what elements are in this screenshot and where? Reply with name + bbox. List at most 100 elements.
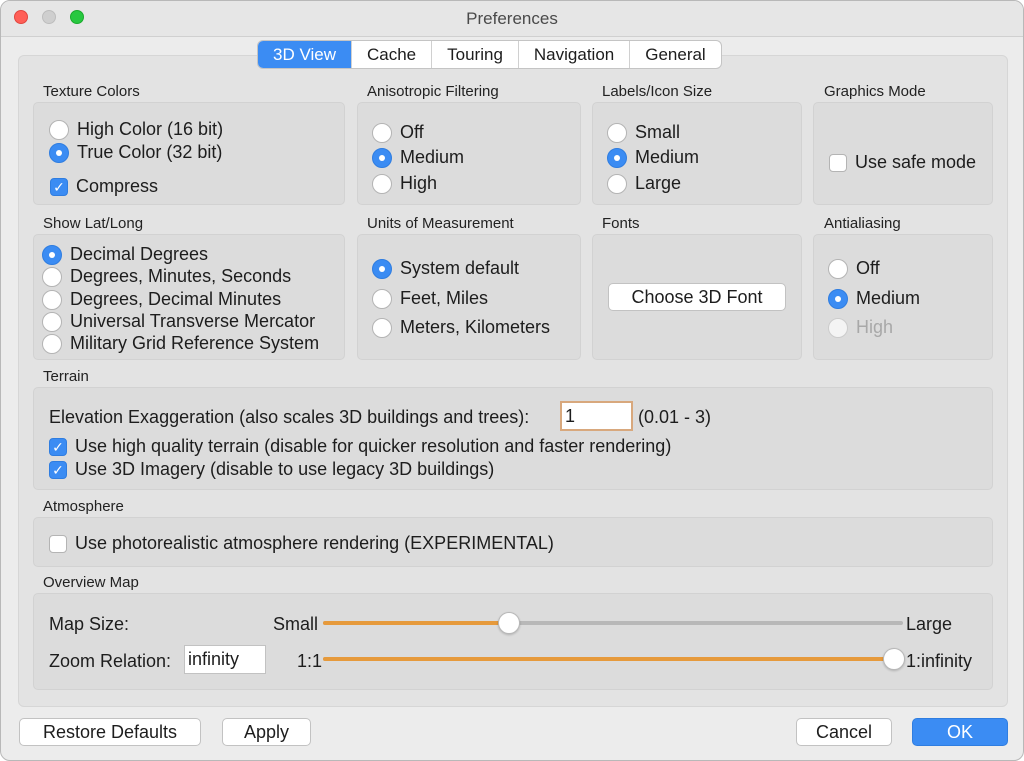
tab-cache[interactable]: Cache bbox=[351, 41, 431, 68]
photorealistic-atmosphere-checkbox[interactable] bbox=[49, 534, 67, 553]
latlong-mgrs-radio[interactable] bbox=[42, 333, 62, 354]
aa-off-radio[interactable] bbox=[828, 258, 848, 279]
aa-medium-option[interactable]: Medium bbox=[828, 288, 920, 309]
labels-icon-title: Labels/Icon Size bbox=[602, 83, 713, 100]
latlong-ddm-radio[interactable] bbox=[42, 289, 62, 310]
high-quality-terrain-label: Use high quality terrain (disable for qu… bbox=[75, 436, 672, 456]
elevation-exaggeration-input[interactable] bbox=[560, 401, 633, 431]
texture-high-color-radio[interactable] bbox=[49, 119, 69, 140]
map-size-slider-fill bbox=[323, 621, 509, 625]
choose-3d-font-button[interactable]: Choose 3D Font bbox=[608, 283, 786, 311]
tab-touring[interactable]: Touring bbox=[431, 41, 518, 68]
compress-checkbox[interactable]: ✓ bbox=[50, 177, 68, 196]
zoom-relation-input[interactable] bbox=[184, 645, 266, 674]
zoom-min-label: 1:1 bbox=[297, 651, 323, 671]
3d-imagery-label: Use 3D Imagery (disable to use legacy 3D… bbox=[75, 459, 495, 479]
units-feet-miles-radio[interactable] bbox=[372, 288, 392, 309]
graphics-mode-title: Graphics Mode bbox=[824, 83, 926, 100]
units-meters-km-option[interactable]: Meters, Kilometers bbox=[372, 317, 550, 338]
aniso-off-option[interactable]: Off bbox=[372, 122, 424, 143]
photorealistic-atmosphere-label: Use photorealistic atmosphere rendering … bbox=[75, 533, 554, 553]
labels-small-label: Small bbox=[635, 122, 681, 142]
aniso-off-radio[interactable] bbox=[372, 122, 392, 143]
latlong-utm-option[interactable]: Universal Transverse Mercator bbox=[42, 311, 315, 332]
units-system-default-label: System default bbox=[400, 258, 520, 278]
map-size-slider[interactable] bbox=[323, 612, 903, 634]
zoom-relation-slider[interactable] bbox=[323, 648, 905, 670]
aniso-medium-radio[interactable] bbox=[372, 147, 392, 168]
safe-mode-label: Use safe mode bbox=[855, 152, 977, 172]
aniso-high-label: High bbox=[400, 173, 438, 193]
texture-true-color-option[interactable]: True Color (32 bit) bbox=[49, 142, 222, 163]
zoom-max-label: 1:infinity bbox=[906, 651, 973, 671]
aa-medium-radio[interactable] bbox=[828, 288, 848, 309]
units-feet-miles-label: Feet, Miles bbox=[400, 288, 489, 308]
terrain-title: Terrain bbox=[43, 368, 89, 385]
texture-high-color-option[interactable]: High Color (16 bit) bbox=[49, 119, 223, 140]
map-size-slider-knob[interactable] bbox=[497, 612, 520, 634]
aniso-high-option[interactable]: High bbox=[372, 173, 437, 194]
latlong-mgrs-label: Military Grid Reference System bbox=[70, 333, 320, 353]
units-feet-miles-option[interactable]: Feet, Miles bbox=[372, 288, 488, 309]
map-size-label: Map Size: bbox=[49, 614, 130, 634]
restore-defaults-button[interactable]: Restore Defaults bbox=[19, 718, 201, 746]
3d-imagery-option[interactable]: ✓ Use 3D Imagery (disable to use legacy … bbox=[49, 459, 494, 480]
latlong-ddm-label: Degrees, Decimal Minutes bbox=[70, 289, 282, 309]
ok-button[interactable]: OK bbox=[912, 718, 1008, 746]
fonts-title: Fonts bbox=[602, 215, 640, 232]
latlong-decimal-degrees-option[interactable]: Decimal Degrees bbox=[42, 244, 208, 265]
labels-small-radio[interactable] bbox=[607, 122, 627, 143]
safe-mode-checkbox[interactable] bbox=[829, 153, 847, 172]
labels-large-label: Large bbox=[635, 173, 682, 193]
zoom-relation-slider-knob[interactable] bbox=[883, 648, 905, 670]
labels-medium-radio[interactable] bbox=[607, 147, 627, 168]
latlong-dms-radio[interactable] bbox=[42, 266, 62, 287]
units-meters-km-radio[interactable] bbox=[372, 317, 392, 338]
aniso-off-label: Off bbox=[400, 122, 424, 142]
texture-true-color-label: True Color (32 bit) bbox=[77, 142, 223, 162]
high-quality-terrain-option[interactable]: ✓ Use high quality terrain (disable for … bbox=[49, 436, 671, 457]
compress-label: Compress bbox=[76, 176, 159, 196]
overview-map-title: Overview Map bbox=[43, 574, 139, 591]
latlong-utm-radio[interactable] bbox=[42, 311, 62, 332]
aniso-medium-label: Medium bbox=[400, 147, 465, 167]
window-title: Preferences bbox=[466, 9, 558, 28]
labels-large-option[interactable]: Large bbox=[607, 173, 681, 194]
latlong-mgrs-option[interactable]: Military Grid Reference System bbox=[42, 333, 319, 354]
antialiasing-title: Antialiasing bbox=[824, 215, 901, 232]
labels-small-option[interactable]: Small bbox=[607, 122, 680, 143]
units-meters-km-label: Meters, Kilometers bbox=[400, 317, 551, 337]
tab-general[interactable]: General bbox=[629, 41, 720, 68]
tab-3d-view[interactable]: 3D View bbox=[258, 41, 351, 68]
aa-off-label: Off bbox=[856, 258, 880, 278]
units-system-default-radio[interactable] bbox=[372, 258, 392, 279]
preferences-window: Preferences 3D View Cache Touring Naviga… bbox=[0, 0, 1024, 761]
units-system-default-option[interactable]: System default bbox=[372, 258, 519, 279]
latlong-decimal-degrees-radio[interactable] bbox=[42, 244, 62, 265]
atmosphere-title: Atmosphere bbox=[43, 498, 124, 515]
cancel-button[interactable]: Cancel bbox=[796, 718, 892, 746]
texture-true-color-radio[interactable] bbox=[49, 142, 69, 163]
latlong-dms-option[interactable]: Degrees, Minutes, Seconds bbox=[42, 266, 291, 287]
aniso-medium-option[interactable]: Medium bbox=[372, 147, 464, 168]
3d-imagery-checkbox[interactable]: ✓ bbox=[49, 460, 67, 479]
zoom-relation-slider-fill bbox=[323, 657, 894, 661]
overview-map-box bbox=[33, 593, 993, 690]
aa-medium-label: Medium bbox=[856, 288, 921, 308]
latlong-decimal-degrees-label: Decimal Degrees bbox=[70, 244, 209, 264]
aa-off-option[interactable]: Off bbox=[828, 258, 880, 279]
aniso-high-radio[interactable] bbox=[372, 173, 392, 194]
photorealistic-atmosphere-option[interactable]: Use photorealistic atmosphere rendering … bbox=[49, 533, 554, 554]
high-quality-terrain-checkbox[interactable]: ✓ bbox=[49, 437, 67, 456]
zoom-relation-label: Zoom Relation: bbox=[49, 651, 172, 671]
safe-mode-option[interactable]: Use safe mode bbox=[829, 152, 976, 173]
labels-large-radio[interactable] bbox=[607, 173, 627, 194]
latlong-ddm-option[interactable]: Degrees, Decimal Minutes bbox=[42, 289, 281, 310]
labels-medium-option[interactable]: Medium bbox=[607, 147, 699, 168]
apply-button[interactable]: Apply bbox=[222, 718, 311, 746]
compress-option[interactable]: ✓ Compress bbox=[50, 176, 158, 197]
map-size-min-label: Small bbox=[273, 614, 319, 634]
aa-high-option: High bbox=[828, 317, 893, 338]
tab-navigation[interactable]: Navigation bbox=[517, 41, 629, 68]
labels-medium-label: Medium bbox=[635, 147, 700, 167]
